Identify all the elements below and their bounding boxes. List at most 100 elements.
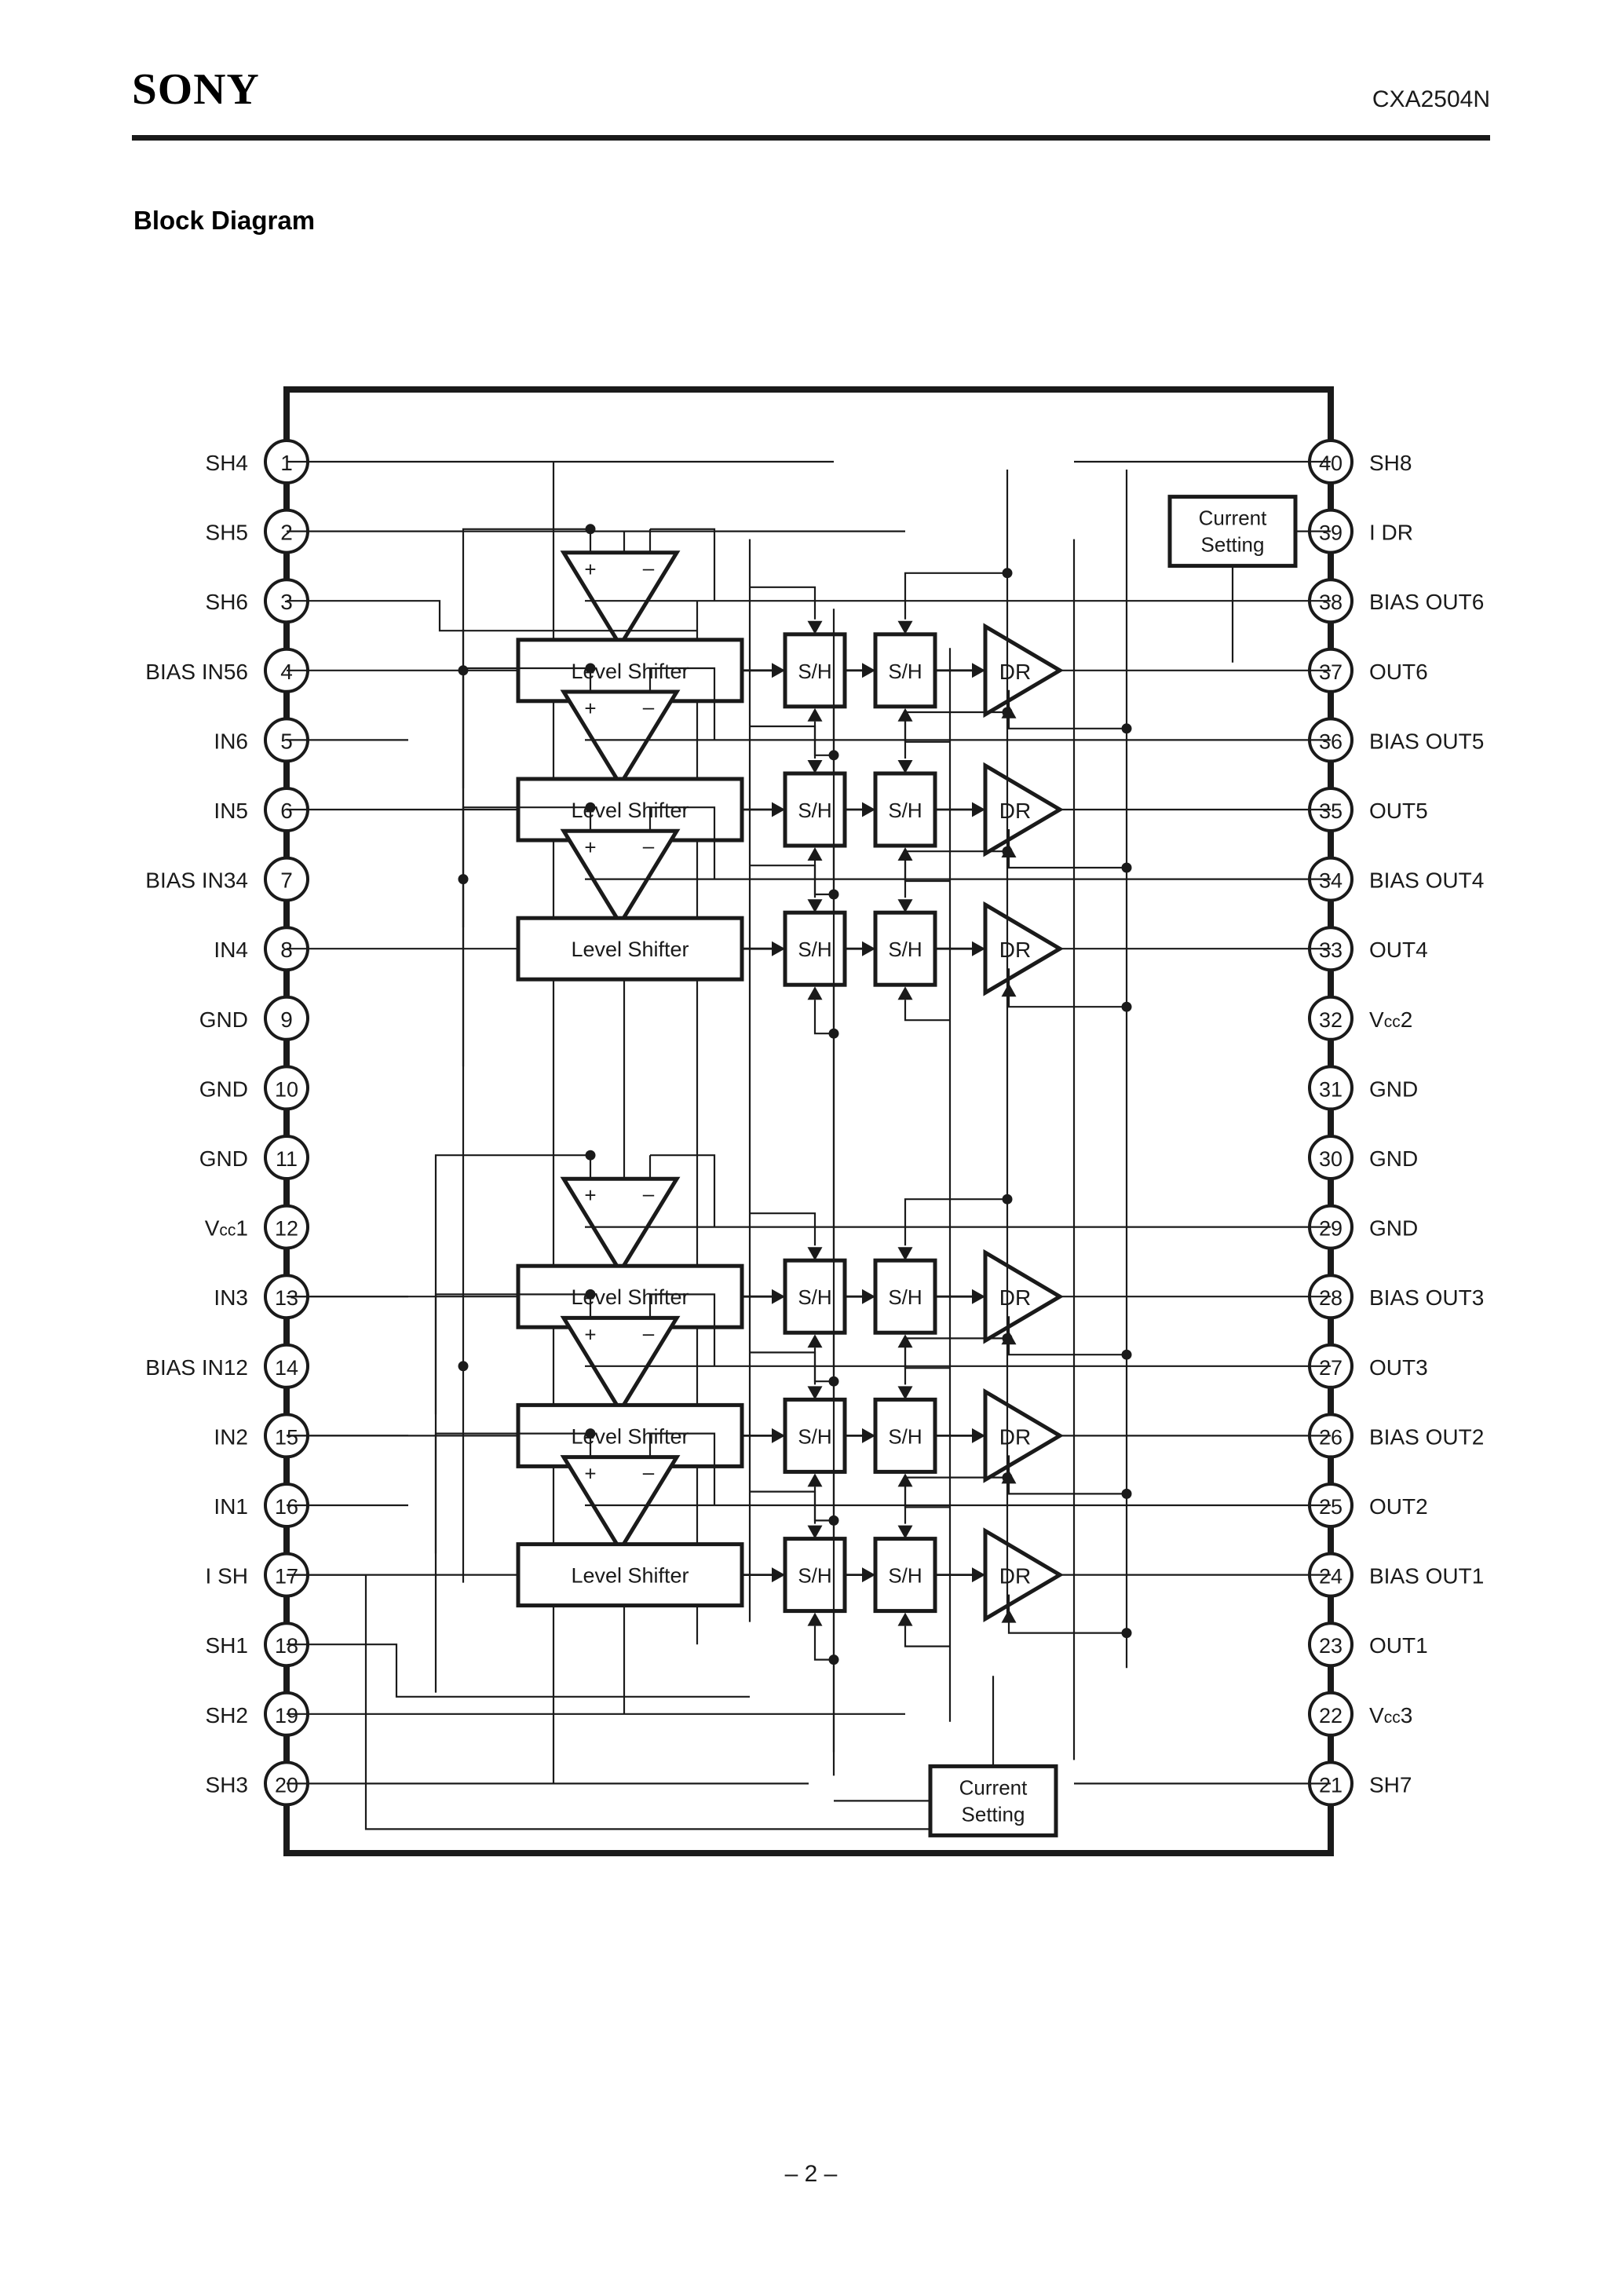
sh-clock-bottom-route2 xyxy=(904,861,950,883)
pin-label: SH7 xyxy=(1369,1772,1412,1797)
pin-number: 31 xyxy=(1319,1077,1343,1101)
opamp-plus-label: + xyxy=(584,696,596,720)
pin-label: I SH xyxy=(206,1564,248,1589)
sample-hold-label: S/H xyxy=(888,660,922,683)
sony-logo: SONY xyxy=(132,65,260,114)
sh2-input-arrow xyxy=(862,941,875,956)
sh-clock-top-route2 xyxy=(904,711,1007,759)
sh1-clock-arrow-bottom xyxy=(807,847,823,861)
pin-number: 17 xyxy=(275,1565,298,1589)
pin-label: SH4 xyxy=(206,451,248,475)
sh1-clock-arrow-top xyxy=(807,1386,823,1400)
pin-label: SH1 xyxy=(206,1633,248,1658)
pin-number: 9 xyxy=(280,1007,293,1032)
pin-number: 14 xyxy=(275,1356,298,1380)
pin-number: 13 xyxy=(275,1286,298,1310)
opamp-triangle xyxy=(560,689,681,788)
sh1-clock-arrow-top xyxy=(807,760,823,773)
pin-label: GND xyxy=(1369,1216,1418,1241)
sh2-clock-arrow-top xyxy=(897,1525,913,1539)
sample-hold-label: S/H xyxy=(888,1424,922,1448)
pin-label: OUT5 xyxy=(1369,799,1428,823)
dr-bias-route xyxy=(1007,829,1127,869)
pin-label: IN2 xyxy=(214,1424,248,1449)
page-header: SONY CXA2504N xyxy=(0,0,1622,157)
pin-number: 33 xyxy=(1319,938,1343,962)
opamp-triangle xyxy=(560,1455,681,1554)
sh-clock-bottom-route2 xyxy=(904,1486,950,1508)
pin-number: 5 xyxy=(280,729,293,753)
sh-clock-bottom-route2 xyxy=(904,1000,950,1022)
block-diagram: 1 SH4 2 SH5 3 SH6 4 BIAS IN56 5 IN6 6 IN5 7 BIAS IN34… xyxy=(0,330,1622,1947)
pin-number: 7 xyxy=(280,868,293,893)
sh-clock-bottom-route2 xyxy=(904,1625,950,1647)
sh1-input-arrow xyxy=(772,1289,785,1304)
sample-hold-label: S/H xyxy=(798,799,831,822)
pin-number: 21 xyxy=(1319,1773,1343,1797)
sh2-clock-arrow-top xyxy=(897,760,913,773)
sh1-route xyxy=(287,1643,750,1698)
sh-clock-bottom-route2 xyxy=(904,721,950,743)
pin-label: GND xyxy=(1369,1146,1418,1171)
pin-number: 40 xyxy=(1319,452,1343,475)
sh-clock-bottom-route xyxy=(813,1000,834,1035)
pin-label: IN5 xyxy=(214,799,248,823)
dr-bias-route xyxy=(1007,1316,1127,1356)
sh2-input-arrow xyxy=(862,802,875,817)
opamp-plus-label: + xyxy=(584,558,596,581)
pin-number: 23 xyxy=(1319,1634,1343,1658)
sh2-clock-arrow-top xyxy=(897,899,913,913)
level-shifter-label: Level Shifter xyxy=(571,938,689,961)
sample-hold-label: S/H xyxy=(798,660,831,683)
pin-label: SH5 xyxy=(206,521,248,545)
sample-hold-label: S/H xyxy=(798,938,831,961)
current-setting-label-line2: Setting xyxy=(1201,533,1265,557)
pin-number: 11 xyxy=(276,1147,298,1171)
sh-clock-top-route xyxy=(750,586,816,620)
sh2-input-arrow xyxy=(862,1428,875,1443)
driver-label: DR xyxy=(999,1424,1031,1449)
sh-clock-top-route xyxy=(750,1212,816,1246)
opamp-plus-junction xyxy=(585,1428,596,1439)
pin-label: IN3 xyxy=(214,1285,248,1310)
pin-label: GND xyxy=(199,1077,248,1101)
sh2-clock-arrow-bottom xyxy=(897,1612,913,1626)
opamp-plus-label: + xyxy=(584,1183,596,1207)
dr-input-arrow xyxy=(972,941,985,956)
pin-number: 6 xyxy=(280,799,293,823)
sh1-input-arrow xyxy=(772,663,785,678)
driver-label: DR xyxy=(999,660,1031,684)
sh2-clock-arrow-top xyxy=(897,1386,913,1400)
pin-number: 1 xyxy=(280,451,293,475)
opamp-plus-label: + xyxy=(584,835,596,859)
sh-clock-top-route xyxy=(750,1490,816,1524)
sh-clock-top-route2 xyxy=(904,1476,1007,1524)
dr-bias-route xyxy=(1007,1455,1127,1495)
pin-label: BIAS IN34 xyxy=(145,868,248,893)
opamp-minus-label: – xyxy=(643,834,655,857)
pin-number: 25 xyxy=(1319,1495,1343,1519)
opamp-minus-label: – xyxy=(643,695,655,718)
chip-outline xyxy=(283,386,1334,1856)
sample-hold-label: S/H xyxy=(798,1285,831,1309)
dr-input-arrow xyxy=(972,802,985,817)
sh-clock-top-route2 xyxy=(904,850,1007,898)
sh2-clock-arrow-bottom xyxy=(897,986,913,1000)
pin-label: Vcc2 xyxy=(1369,1007,1412,1032)
pin-number: 19 xyxy=(275,1704,298,1727)
pin-label: Vcc3 xyxy=(1369,1703,1412,1727)
pin-number: 27 xyxy=(1319,1356,1343,1380)
opamp-minus-label: – xyxy=(643,1461,655,1484)
sh1-clock-arrow-bottom xyxy=(807,1473,823,1487)
pin-label: OUT2 xyxy=(1369,1494,1428,1519)
sh1-clock-arrow-bottom xyxy=(807,707,823,722)
pin-number: 2 xyxy=(280,521,293,545)
sample-hold-label: S/H xyxy=(888,1285,922,1309)
sh1-clock-arrow-top xyxy=(807,1247,823,1261)
pin-label: OUT4 xyxy=(1369,938,1428,962)
pin-label: SH3 xyxy=(206,1772,248,1797)
sh2-input-arrow xyxy=(862,1567,875,1583)
sh2-input-arrow xyxy=(862,663,875,678)
pin-label: IN6 xyxy=(214,729,248,753)
pin-number: 4 xyxy=(280,660,293,684)
